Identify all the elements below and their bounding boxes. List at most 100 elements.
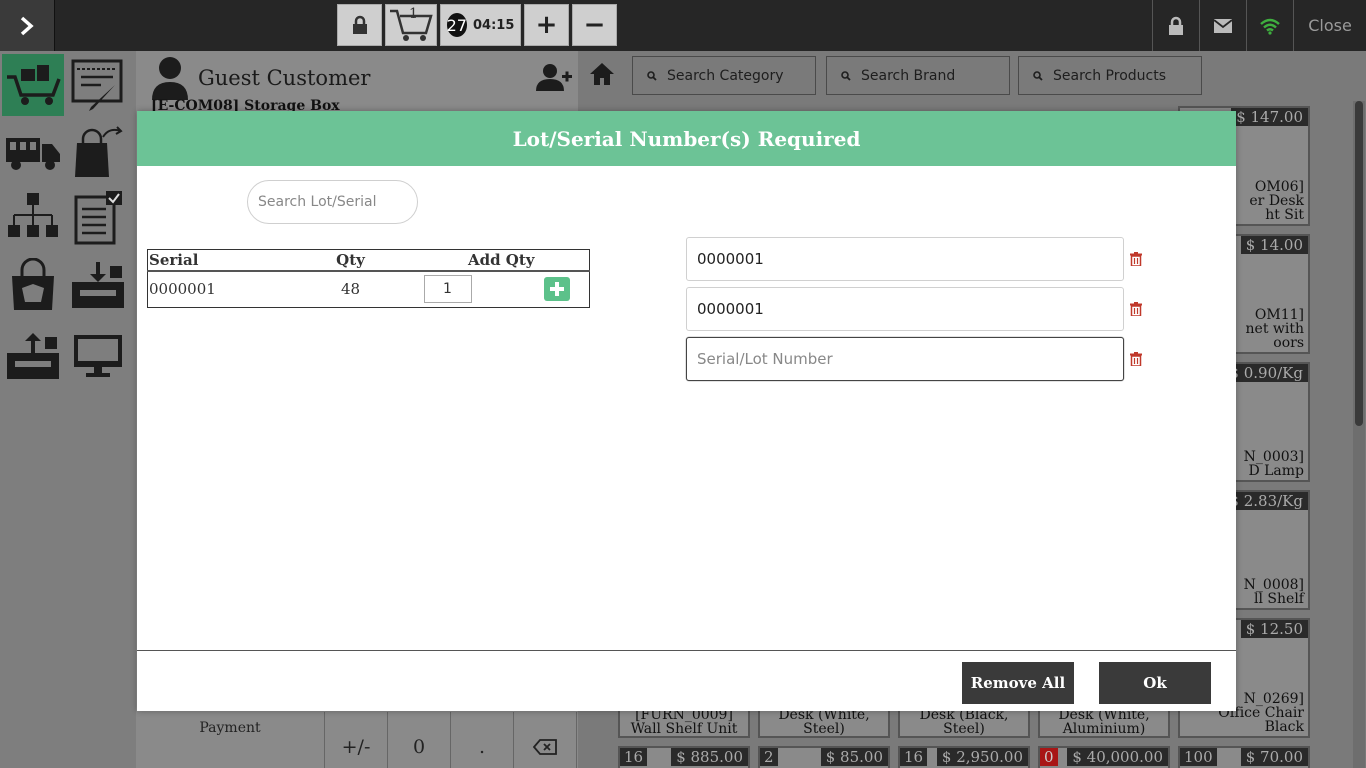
- lock-screen-button[interactable]: [1152, 0, 1199, 51]
- product-name-line: ht Sit: [1265, 207, 1304, 223]
- cart-button[interactable]: 1: [385, 4, 437, 46]
- remove-serial-button[interactable]: [1130, 251, 1142, 270]
- shopping-bag-icon: [12, 258, 54, 310]
- product-name-line: Aluminium): [1062, 721, 1146, 737]
- keypad-decimal[interactable]: .: [451, 712, 514, 768]
- rail-shopping-bag[interactable]: [2, 254, 64, 316]
- lot-serial-modal: Lot/Serial Number(s) Required Serial Qty…: [137, 111, 1236, 711]
- search-products[interactable]: Search Products: [1018, 56, 1202, 95]
- inbox-upload-icon: [7, 333, 59, 379]
- search-icon: [841, 70, 851, 81]
- keypad-plus-minus[interactable]: +/-: [325, 712, 388, 768]
- product-name-line: D Lamp: [1248, 463, 1304, 479]
- rail-stock-in[interactable]: [67, 254, 129, 316]
- checklist-icon: [74, 191, 122, 245]
- serial-entry-row: [686, 337, 1142, 381]
- timer-badge: 27: [446, 13, 467, 37]
- hierarchy-icon: [8, 193, 58, 237]
- product-card[interactable]: 100 $ 70.00: [1178, 746, 1310, 768]
- serial-entry-row: [686, 287, 1142, 331]
- column-header-qty: Qty: [287, 249, 414, 272]
- rail-orders[interactable]: [67, 54, 129, 116]
- product-name-line: Wall Shelf Unit: [630, 721, 738, 737]
- remove-all-button[interactable]: Remove All: [962, 662, 1074, 704]
- product-card[interactable]: 16 $ 885.00: [618, 746, 750, 768]
- remove-serial-button[interactable]: [1130, 351, 1142, 370]
- search-icon: [1033, 70, 1043, 81]
- search-brand-label: Search Brand: [861, 67, 956, 84]
- minus-button[interactable]: −: [572, 4, 617, 46]
- search-category[interactable]: Search Category: [632, 56, 816, 95]
- trash-icon: [1130, 252, 1142, 267]
- stock-badge: 0: [1040, 748, 1058, 766]
- add-user-icon: [536, 64, 572, 91]
- product-name-line: N_0008]: [1243, 577, 1304, 593]
- rail-returns[interactable]: [67, 121, 129, 183]
- product-card[interactable]: Desk (Black, Steel): [898, 708, 1030, 738]
- expand-sidebar-button[interactable]: [0, 0, 55, 51]
- column-header-serial: Serial: [147, 249, 288, 272]
- stock-badge: 16: [900, 748, 928, 766]
- cart-count: 1: [409, 6, 418, 22]
- rail-hierarchy[interactable]: [2, 187, 64, 249]
- top-right-controls: Close: [1152, 0, 1366, 51]
- rail-pos-cart[interactable]: [2, 54, 64, 116]
- truck-icon: [6, 138, 60, 170]
- product-name-line: Black: [1264, 719, 1304, 735]
- keypad-backspace[interactable]: [514, 712, 577, 768]
- search-lot-serial-input[interactable]: [247, 180, 418, 224]
- modal-title: Lot/Serial Number(s) Required: [137, 111, 1236, 166]
- product-price: $ 40,000.00: [1067, 748, 1168, 766]
- serial-lot-input[interactable]: [686, 287, 1124, 331]
- product-card[interactable]: Desk (White, Steel): [758, 708, 890, 738]
- add-customer-button[interactable]: [536, 63, 572, 95]
- chevron-right-icon: [20, 16, 34, 35]
- plus-button[interactable]: +: [524, 4, 569, 46]
- rail-delivery[interactable]: [2, 121, 64, 183]
- close-button[interactable]: Close: [1293, 0, 1366, 51]
- rail-checklist[interactable]: [67, 187, 129, 249]
- wifi-icon: [1260, 18, 1280, 35]
- add-qty-input[interactable]: [423, 275, 472, 304]
- customer-header[interactable]: Guest Customer: [136, 51, 578, 105]
- product-card[interactable]: [FURN_0009] Wall Shelf Unit: [618, 708, 750, 738]
- home-button[interactable]: [588, 61, 616, 91]
- stock-badge: 2: [760, 748, 778, 766]
- keypad-zero[interactable]: 0: [388, 712, 451, 768]
- product-card[interactable]: 16 $ 2,950.00: [898, 746, 1030, 768]
- add-serial-button[interactable]: [544, 277, 571, 302]
- product-price: $ 2,950.00: [936, 748, 1028, 766]
- product-name-line: OM06]: [1254, 179, 1304, 195]
- products-scrollbar[interactable]: [1353, 101, 1365, 768]
- product-card[interactable]: Desk (White, Aluminium): [1038, 708, 1170, 738]
- rail-stock-out[interactable]: [2, 325, 64, 387]
- serial-lot-input[interactable]: [686, 337, 1124, 381]
- product-price: $ 70.00: [1240, 748, 1308, 766]
- product-name-line: ll Shelf: [1254, 591, 1304, 607]
- serial-lot-input[interactable]: [686, 237, 1124, 281]
- payment-button[interactable]: Payment: [136, 712, 325, 768]
- keypad: Payment +/- 0 .: [136, 712, 578, 768]
- product-price: $ 2.83/Kg: [1224, 492, 1308, 510]
- product-name-line: oors: [1273, 335, 1304, 351]
- product-name-line: N_0003]: [1243, 449, 1304, 465]
- stock-badge: 100: [1180, 748, 1217, 766]
- messages-button[interactable]: [1199, 0, 1246, 51]
- lock-session-button[interactable]: [337, 4, 382, 46]
- product-name-line: net with: [1245, 321, 1304, 337]
- serial-entry-row: [686, 237, 1142, 281]
- product-card[interactable]: 2 $ 85.00: [758, 746, 890, 768]
- trash-icon: [1130, 302, 1142, 317]
- ok-button[interactable]: Ok: [1099, 662, 1211, 704]
- scrollbar-thumb[interactable]: [1355, 101, 1363, 426]
- lock-icon: [1169, 16, 1183, 35]
- home-icon: [590, 63, 614, 85]
- product-card[interactable]: 0 $ 40,000.00: [1038, 746, 1170, 768]
- product-name-line: OM11]: [1254, 307, 1304, 323]
- connection-status[interactable]: [1246, 0, 1293, 51]
- rail-display[interactable]: [67, 325, 129, 387]
- product-name-line: Steel): [943, 721, 985, 737]
- top-center-controls: 1 27 04:15 + −: [337, 4, 617, 46]
- remove-serial-button[interactable]: [1130, 301, 1142, 320]
- search-brand[interactable]: Search Brand: [826, 56, 1010, 95]
